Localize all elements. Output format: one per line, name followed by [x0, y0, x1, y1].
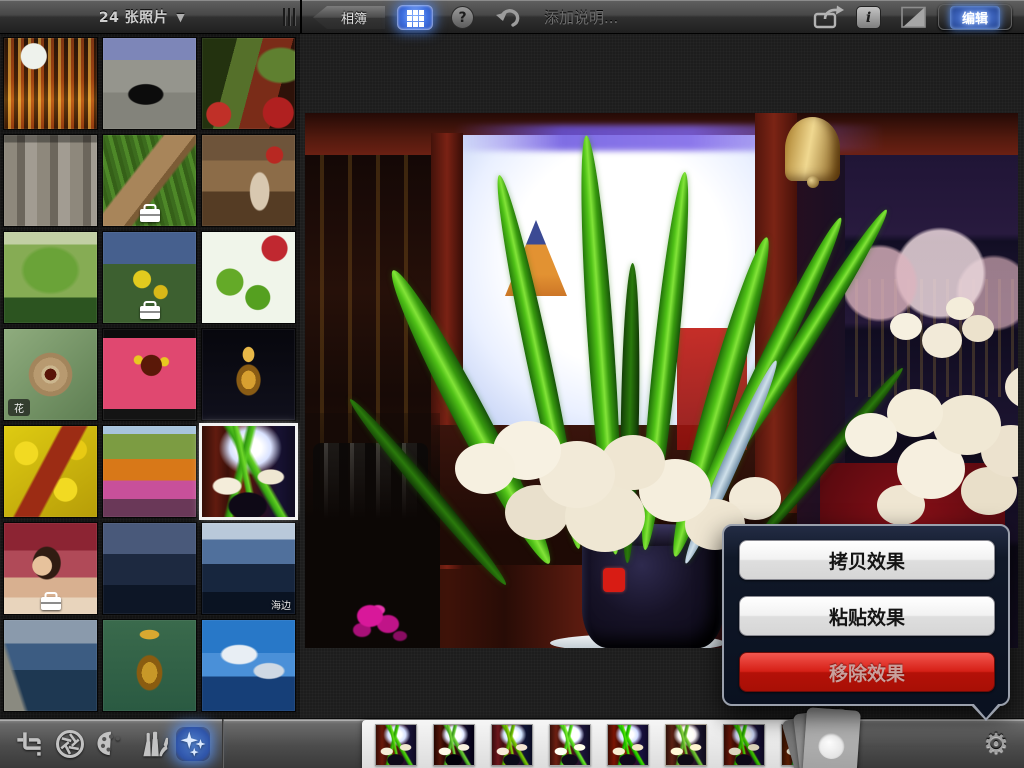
grid-icon [407, 10, 412, 15]
undo-arrow-icon [494, 5, 524, 30]
albums-back-button[interactable]: 相簿 [313, 6, 385, 29]
photo-thumbnail-pink-flower[interactable] [102, 328, 197, 421]
palette-icon [95, 729, 127, 759]
photo-thumbnail-orchid-vase-selected[interactable] [201, 425, 296, 518]
tools-divider [222, 719, 224, 768]
paste-effect-button[interactable]: 粘贴效果 [739, 596, 995, 636]
sparkles-icon [178, 729, 208, 759]
photo-thumbnail-building-facade[interactable] [3, 134, 98, 227]
photo-thumbnail-samurai-armor[interactable] [102, 619, 197, 712]
effect-preview-thumb[interactable] [491, 724, 533, 766]
effects-tool-button[interactable] [176, 727, 210, 761]
effect-preview-thumb[interactable] [375, 724, 417, 766]
settings-gear-button[interactable]: ⚙ [978, 725, 1014, 761]
orchid-flower-cluster [890, 313, 922, 340]
question-mark-icon: ? [458, 10, 466, 26]
brushes-icon [136, 729, 168, 759]
color-tool-button[interactable] [94, 727, 128, 761]
toolbar-divider [300, 0, 302, 34]
popover-arrow [973, 703, 999, 718]
info-icon: i [866, 10, 871, 26]
photo-thumbnail-yellow-mums[interactable] [3, 425, 98, 518]
effect-preview-thumb[interactable] [549, 724, 591, 766]
compare-original-icon [898, 5, 928, 30]
photo-thumbnail-blackbird[interactable] [102, 37, 197, 130]
aperture-icon [55, 729, 85, 759]
effect-fan-handle[interactable] [790, 707, 870, 768]
edited-toolbox-badge [140, 306, 160, 319]
chevron-down-icon: ▼ [176, 11, 185, 24]
caption-placeholder: 添加说明... [544, 7, 618, 28]
remove-effect-button[interactable]: 移除效果 [739, 652, 995, 692]
photo-thumbnail-sidebar: 花海边 [0, 34, 300, 718]
caption-input[interactable]: 添加说明... [544, 0, 618, 34]
info-button[interactable]: i [856, 6, 881, 29]
photo-thumbnail-green-tree[interactable] [3, 231, 98, 324]
brushes-tool-button[interactable] [135, 727, 169, 761]
photo-thumbnail-girl-cafe[interactable] [3, 522, 98, 615]
orchid-flower-cluster [455, 443, 515, 494]
undo-button[interactable] [494, 5, 524, 30]
effects-context-popover: 拷贝效果 粘贴效果 移除效果 [722, 524, 1010, 706]
photo-pink-flower [357, 605, 383, 627]
top-toolbar: 24 张照片 ▼ 相簿 ? 添加说明... [0, 0, 1024, 34]
photo-count-dropdown[interactable]: 24 张照片 ▼ [0, 0, 284, 34]
thumbnail-grid: 花海边 [3, 37, 297, 712]
photo-thumbnail-bar-bottles[interactable] [3, 37, 98, 130]
edit-tools-group [0, 719, 222, 768]
photo-thumbnail-leaf-grass[interactable] [102, 134, 197, 227]
edit-button[interactable]: 编辑 [938, 4, 1012, 30]
photo-brass-bell [785, 117, 840, 181]
help-button[interactable]: ? [451, 6, 474, 29]
crop-tool-button[interactable] [12, 727, 46, 761]
photo-thumbnail-sky-towers[interactable] [201, 619, 296, 712]
effect-preview-thumb[interactable] [607, 724, 649, 766]
effect-preview-thumb[interactable] [665, 724, 707, 766]
photo-count-label: 24 张照片 [99, 7, 168, 27]
photo-thumbnail-sea-clouds[interactable]: 海边 [201, 522, 296, 615]
share-icon [812, 5, 846, 30]
photo-vase-sticker [603, 568, 625, 592]
edit-button-label: 编辑 [950, 6, 1000, 29]
photo-thumbnail-sea-shore[interactable] [3, 619, 98, 712]
iphoto-app: 24 张照片 ▼ 相簿 ? 添加说明... [0, 0, 1024, 768]
fan-thumb-hole [818, 732, 846, 760]
photo-thumbnail-flower-terraces[interactable] [102, 425, 197, 518]
edited-toolbox-badge [140, 209, 160, 222]
thumbnail-caption: 海边 [202, 597, 291, 612]
photo-thumbnail-storm-sea[interactable] [102, 522, 197, 615]
effect-preview-thumb[interactable] [433, 724, 475, 766]
photo-thumbnail-red-green-leaves[interactable] [201, 231, 296, 324]
photo-vase [582, 530, 724, 648]
bottom-toolbar: ⚙ [0, 718, 1024, 768]
photo-thumbnail-garden-window[interactable] [102, 231, 197, 324]
photo-thumbnail-mannequins[interactable] [201, 134, 296, 227]
tag-badge: 花 [8, 399, 30, 416]
edited-toolbox-badge [41, 597, 61, 610]
effect-preview-thumb[interactable] [723, 724, 765, 766]
copy-effect-button[interactable]: 拷贝效果 [739, 540, 995, 580]
photo-thumbnail-night-building[interactable] [201, 328, 296, 421]
exposure-tool-button[interactable] [53, 727, 87, 761]
sidebar-resize-grip[interactable] [283, 8, 297, 26]
crop-icon [15, 730, 43, 758]
photo-thumbnail-dried-flower[interactable]: 花 [3, 328, 98, 421]
gear-icon: ⚙ [983, 727, 1008, 760]
share-button[interactable] [812, 5, 846, 30]
fan-card [801, 707, 861, 768]
show-original-button[interactable] [898, 5, 928, 30]
orchid-flower-cluster [845, 413, 897, 457]
photo-thumbnail-street-tree[interactable] [201, 37, 296, 130]
thumbnail-grid-toggle-button[interactable] [397, 5, 433, 30]
